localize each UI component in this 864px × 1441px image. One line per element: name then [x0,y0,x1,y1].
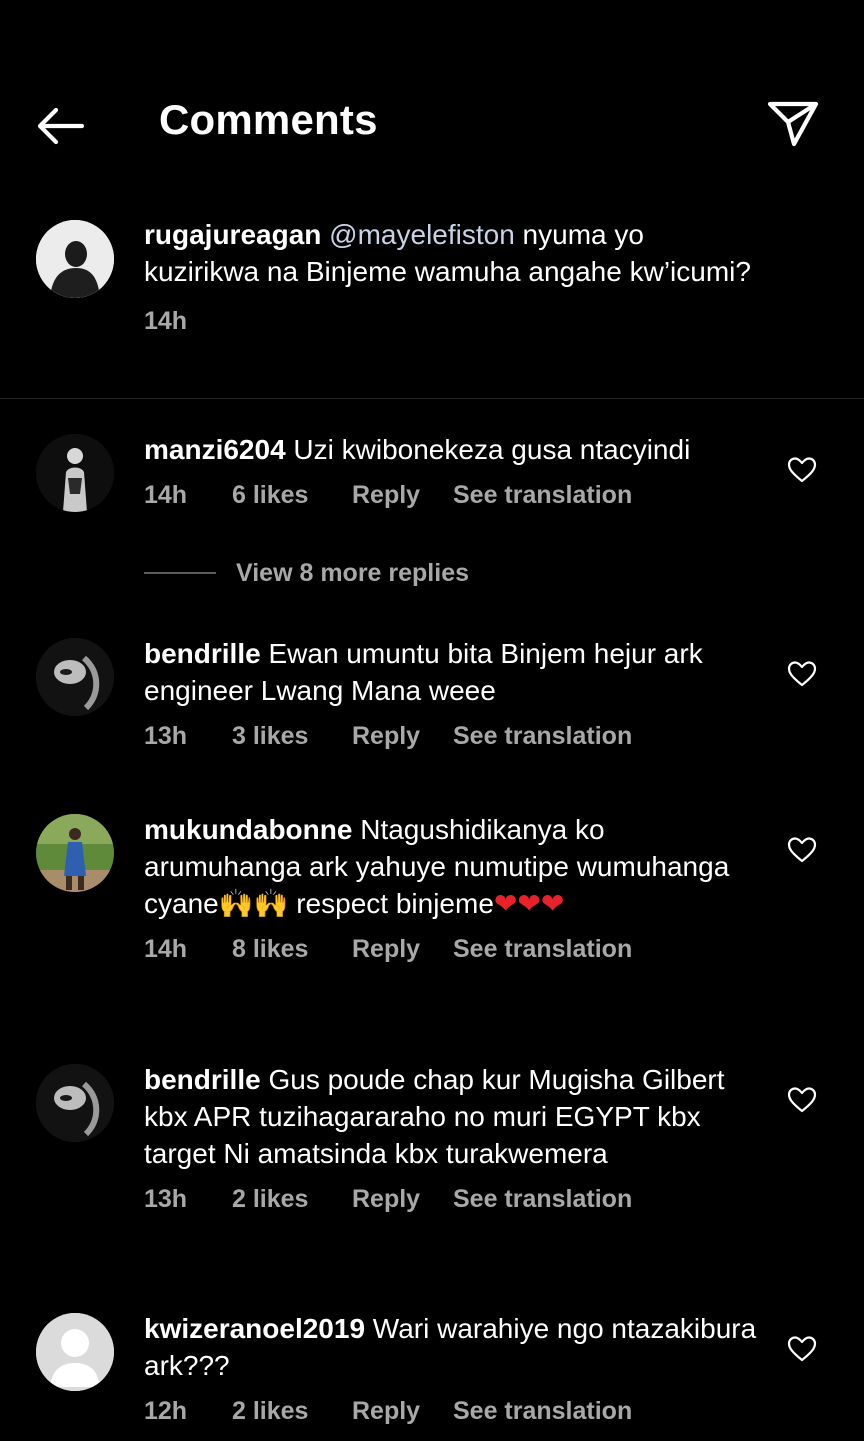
comment-text: bendrille Ewan umuntu bita Binjem hejur … [144,635,764,709]
comment-meta: 14h 8 likes Reply See translation [144,932,764,966]
top-bar: Comments [0,70,864,180]
comment-text: bendrille Gus poude chap kur Mugisha Gil… [144,1061,764,1172]
replies-divider [144,572,216,574]
likes-count[interactable]: 6 likes [232,478,352,512]
comment-text: kwizeranoel2019 Wari warahiye ngo ntazak… [144,1310,764,1384]
avatar[interactable] [36,1313,114,1391]
avatar[interactable] [36,220,114,298]
heart-icon [787,1336,817,1362]
comment-meta: 13h 3 likes Reply See translation [144,719,764,753]
comment-text: mukundabonne Ntagushidikanya ko arumuhan… [144,811,764,922]
comment-meta: 14h 6 likes Reply See translation [144,478,764,512]
raising-hands-emoji: 🙌🙌 [218,888,289,919]
reply-button[interactable]: Reply [352,1394,453,1428]
comment-time: 14h [144,481,188,509]
see-translation-button[interactable]: See translation [453,478,632,512]
post-caption: rugajureagan @mayelefiston nyuma yo kuzi… [0,214,864,399]
like-button[interactable] [786,1333,818,1365]
comment-username[interactable]: mukundabonne [144,814,352,845]
share-button[interactable] [762,96,826,152]
comment-message-continued: respect binjeme [288,888,494,919]
comment-time: 14h [144,935,188,963]
like-button[interactable] [786,834,818,866]
heart-icon [787,837,817,863]
caption-text: rugajureagan @mayelefiston nyuma yo kuzi… [144,216,764,290]
comment-message: Uzi kwibonekeza gusa ntacyindi [285,434,691,465]
see-translation-button[interactable]: See translation [453,932,632,966]
comment-body: kwizeranoel2019 Wari warahiye ngo ntazak… [144,1310,764,1428]
avatar[interactable] [36,1064,114,1142]
comment-username[interactable]: bendrille [144,638,261,669]
like-button[interactable] [786,1084,818,1116]
caption-body: rugajureagan @mayelefiston nyuma yo kuzi… [144,216,764,338]
comment-body: manzi6204 Uzi kwibonekeza gusa ntacyindi… [144,431,764,512]
profile-photo-icon [36,638,114,716]
reply-button[interactable]: Reply [352,1182,453,1216]
comment-body: bendrille Ewan umuntu bita Binjem hejur … [144,635,764,753]
reply-button[interactable]: Reply [352,719,453,753]
like-button[interactable] [786,658,818,690]
red-heart-emoji: ❤❤❤ [493,888,565,919]
view-more-replies-label: View 8 more replies [236,558,469,587]
see-translation-button[interactable]: See translation [453,719,632,753]
likes-count[interactable]: 2 likes [232,1182,352,1216]
comment-body: bendrille Gus poude chap kur Mugisha Gil… [144,1061,764,1216]
paper-plane-icon [767,101,819,147]
comment-time: 13h [144,1185,188,1213]
avatar[interactable] [36,638,114,716]
page-title: Comments [159,96,378,143]
reply-button[interactable]: Reply [352,478,453,512]
caption-time: 14h [144,307,188,335]
comment-text: manzi6204 Uzi kwibonekeza gusa ntacyindi [144,431,764,468]
caption-meta: 14h [144,304,764,338]
like-button[interactable] [786,454,818,486]
profile-photo-icon [36,814,114,892]
default-profile-icon [36,1313,114,1391]
avatar[interactable] [36,814,114,892]
comment-username[interactable]: manzi6204 [144,434,286,465]
see-translation-button[interactable]: See translation [453,1394,632,1428]
comment-username[interactable]: bendrille [144,1064,261,1095]
comment-time: 12h [144,1397,188,1425]
arrow-left-icon [37,107,85,145]
comment-time: 13h [144,722,188,750]
mention-link[interactable]: @mayelefiston [329,219,515,250]
comment-meta: 13h 2 likes Reply See translation [144,1182,764,1216]
profile-photo-icon [36,220,114,298]
comment-body: mukundabonne Ntagushidikanya ko arumuhan… [144,811,764,966]
likes-count[interactable]: 2 likes [232,1394,352,1428]
likes-count[interactable]: 8 likes [232,932,352,966]
reply-button[interactable]: Reply [352,932,453,966]
comment-meta: 12h 2 likes Reply See translation [144,1394,764,1428]
heart-icon [787,661,817,687]
caption-username[interactable]: rugajureagan [144,219,321,250]
back-button[interactable] [30,100,94,152]
profile-photo-icon [36,1064,114,1142]
comment-username[interactable]: kwizeranoel2019 [144,1313,365,1344]
avatar[interactable] [36,434,114,512]
heart-icon [787,1087,817,1113]
heart-icon [787,457,817,483]
profile-photo-icon [36,434,114,512]
see-translation-button[interactable]: See translation [453,1182,632,1216]
likes-count[interactable]: 3 likes [232,719,352,753]
view-more-replies-button[interactable]: View 8 more replies [144,556,469,590]
